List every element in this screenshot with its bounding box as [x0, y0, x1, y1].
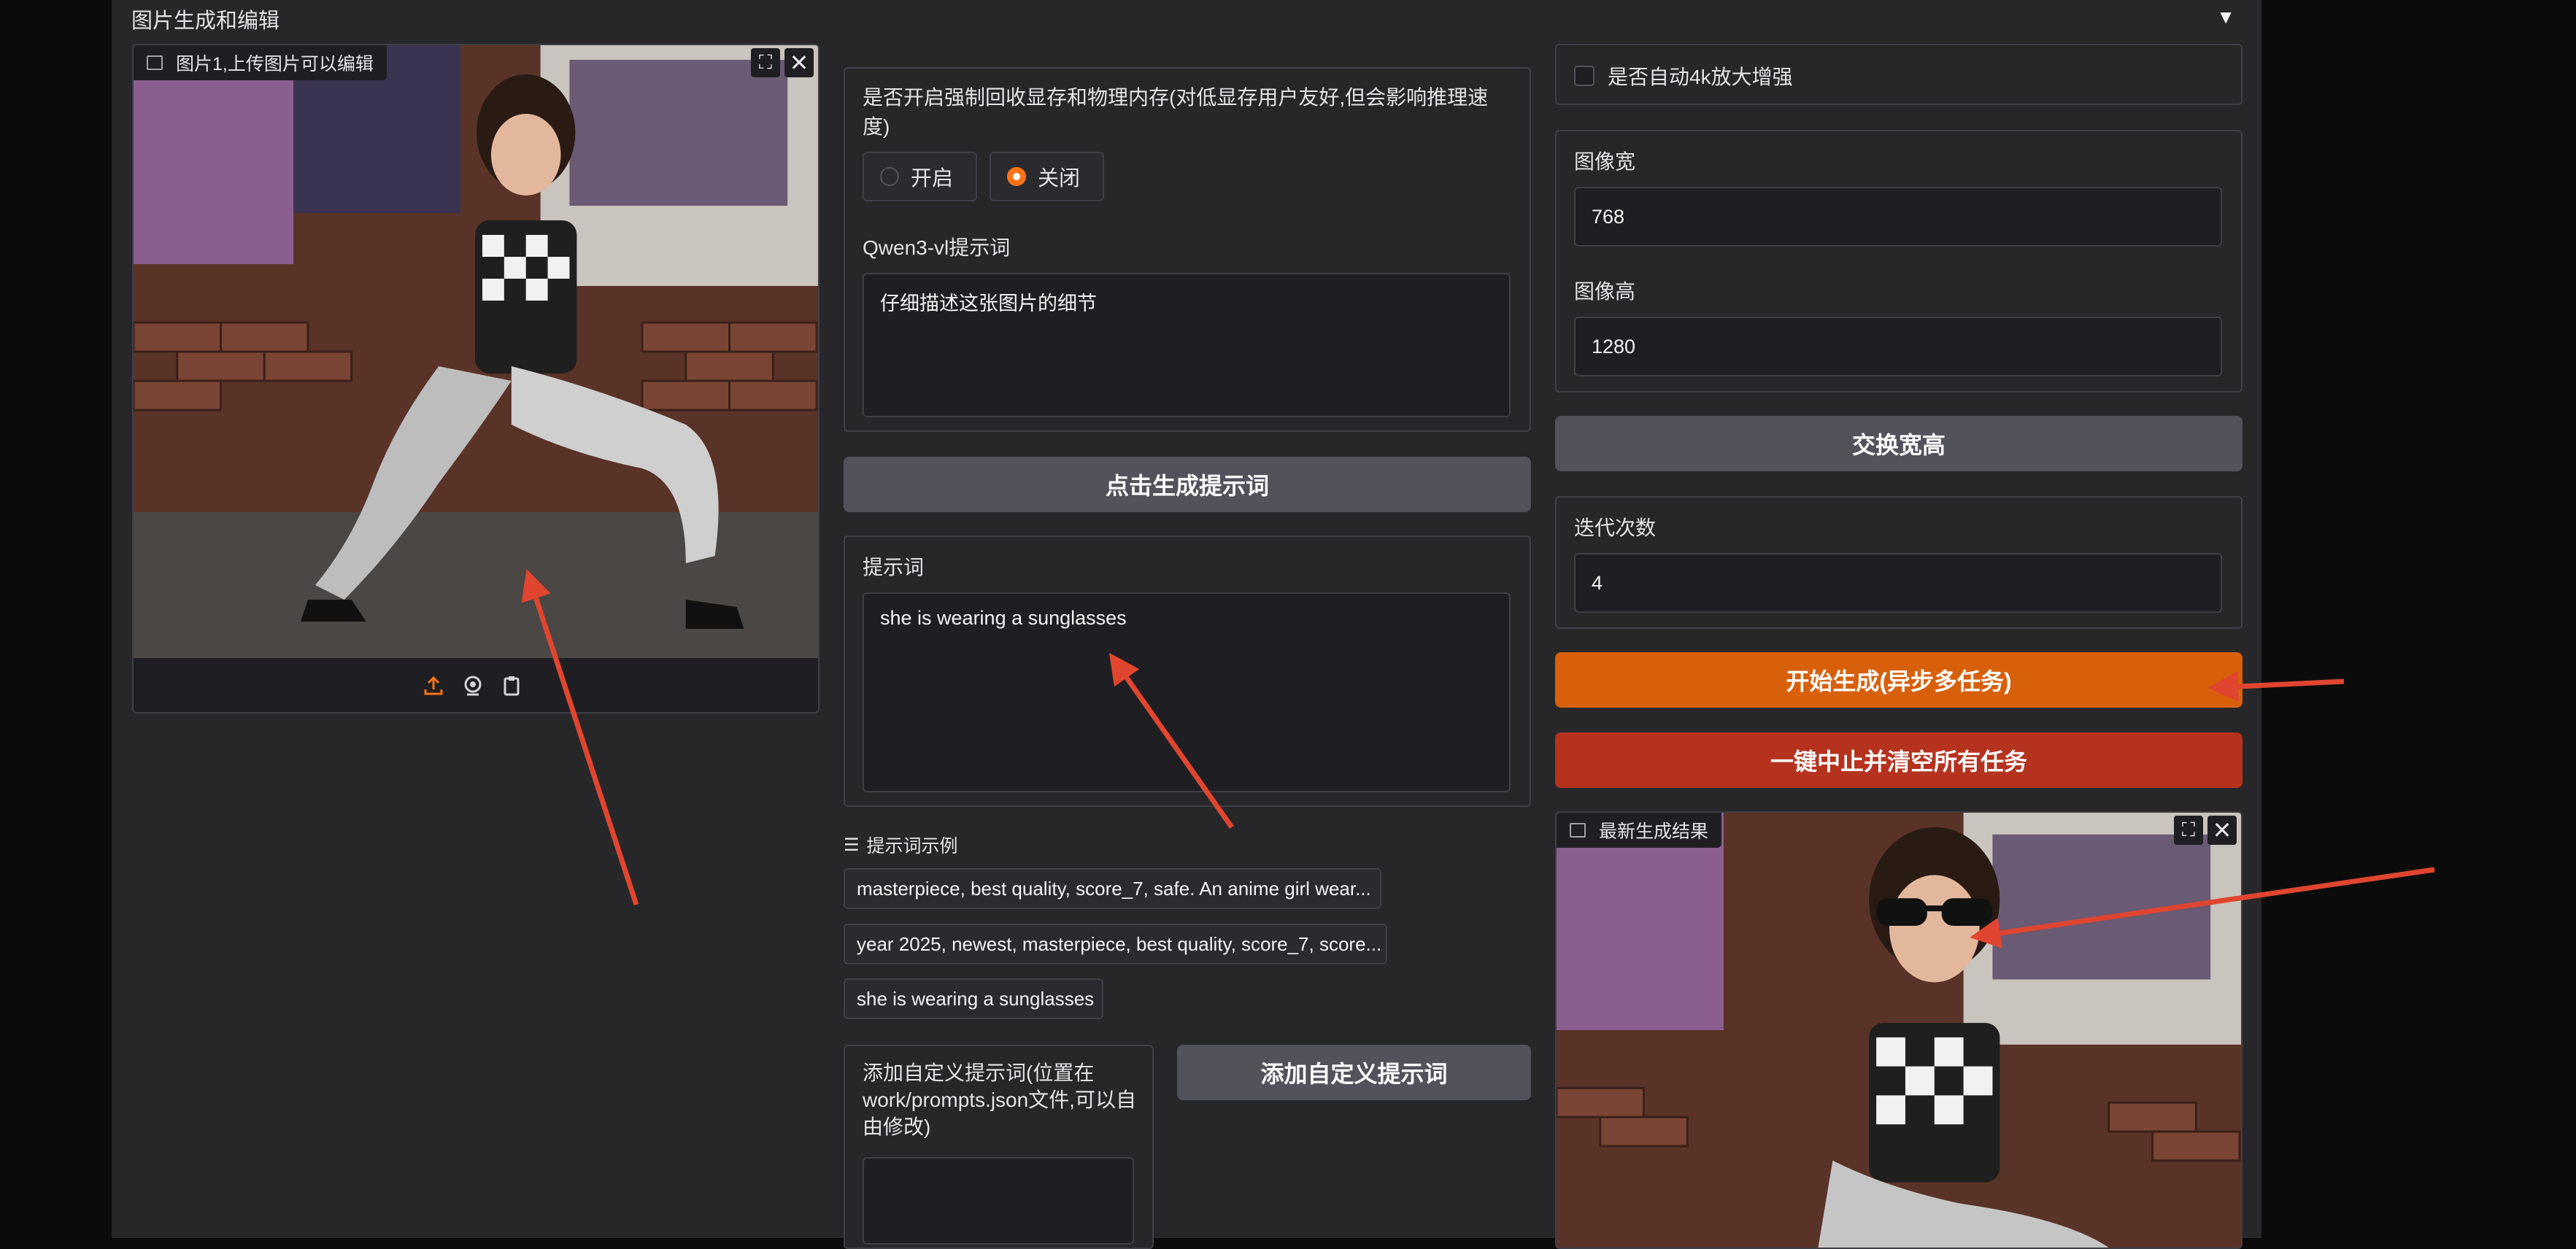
steps-input[interactable]: 4 [1574, 553, 2222, 613]
radio-icon [880, 167, 899, 186]
input-image-label: 图片1,上传图片可以编辑 [176, 54, 374, 74]
accordion-header[interactable]: 图片生成和编辑 ▼ [112, 0, 2261, 38]
memory-option-block: 是否开启强制回收显存和物理内存(对低显存用户友好,但会影响推理速度) 开启 关闭… [844, 67, 1531, 432]
size-block: 图像宽 768 图像高 1280 [1555, 130, 2243, 393]
input-image-tag: 图片1,上传图片可以编辑 [134, 45, 387, 80]
accordion-title: 图片生成和编辑 [131, 9, 280, 33]
upload-icon[interactable] [420, 673, 447, 699]
steps-label: 迭代次数 [1574, 517, 1657, 539]
prompt-textarea[interactable]: she is wearing a sunglasses [863, 592, 1511, 792]
result-image-tag: 最新生成结果 [1557, 813, 1722, 848]
image-icon [1570, 823, 1586, 838]
generate-prompt-button[interactable]: 点击生成提示词 [844, 457, 1531, 512]
fullscreen-icon[interactable]: ⛶ [751, 48, 780, 77]
fullscreen-icon[interactable]: ⛶ [2174, 816, 2203, 845]
result-photo [1557, 813, 2241, 1248]
radio-label-off: 关闭 [1038, 167, 1081, 190]
height-label: 图像高 [1574, 280, 1636, 303]
swap-size-button[interactable]: 交换宽高 [1555, 416, 2243, 471]
result-image-panel[interactable]: 最新生成结果 ⛶ ✕ [1555, 811, 2243, 1249]
upscale-option[interactable]: 是否自动4k放大增强 [1574, 61, 1793, 90]
width-input[interactable]: 768 [1574, 187, 2222, 247]
custom-prompt-label: 添加自定义提示词(位置在work/prompts.json文件,可以自由修改) [863, 1062, 1136, 1138]
radio-icon [1007, 167, 1026, 186]
close-icon[interactable]: ✕ [784, 48, 814, 77]
checkbox-icon[interactable] [1574, 66, 1594, 86]
example-chip[interactable]: masterpiece, best quality, score_7, safe… [844, 868, 1381, 909]
upscale-block: 是否自动4k放大增强 [1555, 44, 2243, 105]
webcam-icon[interactable] [460, 673, 486, 699]
prompt-block: 提示词 she is wearing a sunglasses [844, 535, 1531, 807]
custom-prompt-block: 添加自定义提示词(位置在work/prompts.json文件,可以自由修改) [844, 1045, 1154, 1249]
result-image-label: 最新生成结果 [1599, 821, 1709, 842]
input-image-panel[interactable]: 图片1,上传图片可以编辑 ⛶ ✕ [132, 44, 820, 714]
qwen-prompt-label: Qwen3-vl提示词 [863, 236, 1011, 259]
width-label: 图像宽 [1574, 150, 1636, 173]
list-icon: ☰ [844, 835, 860, 855]
add-custom-prompt-button[interactable]: 添加自定义提示词 [1177, 1045, 1531, 1100]
examples-label: 提示词示例 [866, 836, 958, 856]
custom-prompt-textarea[interactable] [863, 1157, 1134, 1245]
clipboard-icon[interactable] [498, 673, 525, 699]
radio-option-off[interactable]: 关闭 [990, 152, 1104, 201]
steps-block: 迭代次数 4 [1555, 496, 2243, 629]
height-input[interactable]: 1280 [1574, 317, 2222, 376]
examples-header: ☰ 提示词示例 [844, 832, 958, 858]
collapse-icon[interactable]: ▼ [2216, 6, 2235, 28]
close-icon[interactable]: ✕ [2207, 816, 2237, 845]
input-photo [134, 45, 818, 658]
stop-all-button[interactable]: 一键中止并清空所有任务 [1555, 732, 2243, 788]
qwen-prompt-textarea[interactable]: 仔细描述这张图片的细节 [863, 273, 1511, 417]
memory-option-label: 是否开启强制回收显存和物理内存(对低显存用户友好,但会影响推理速度) [863, 86, 1489, 138]
image-icon [147, 55, 163, 70]
example-chip[interactable]: year 2025, newest, masterpiece, best qua… [844, 924, 1387, 964]
radio-option-on[interactable]: 开启 [863, 152, 977, 201]
prompt-label: 提示词 [863, 556, 925, 579]
start-generate-button[interactable]: 开始生成(异步多任务) [1555, 652, 2243, 708]
example-chip[interactable]: she is wearing a sunglasses [844, 978, 1103, 1019]
app-page: 图片生成和编辑 ▼ 图片1,上传图片可以编辑 ⛶ ✕ 是否开启强制回收显存和物理… [112, 0, 2261, 1249]
radio-label-on: 开启 [911, 167, 954, 190]
upscale-label: 是否自动4k放大增强 [1608, 66, 1793, 88]
